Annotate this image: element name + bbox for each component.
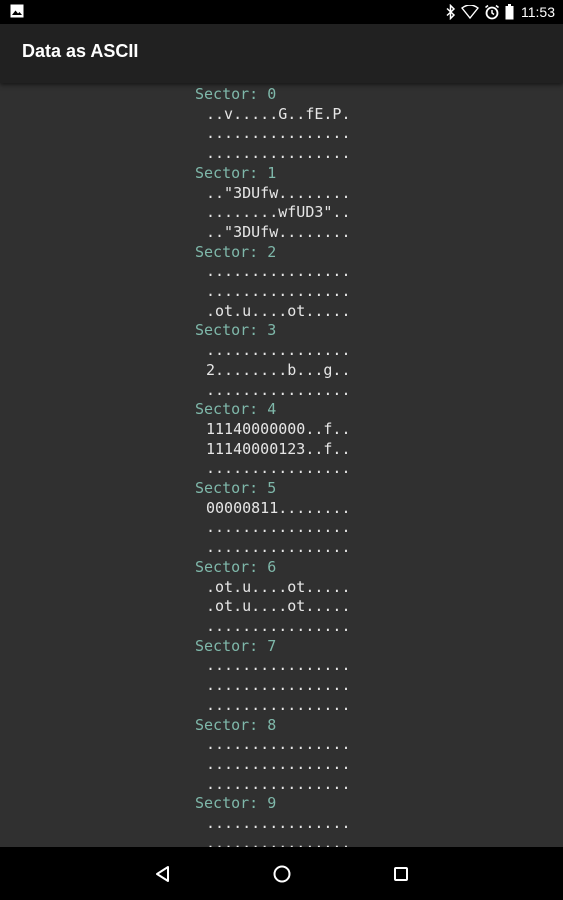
sector-title: Sector: 1 (195, 163, 277, 182)
sector-data-line: ................ (206, 262, 351, 281)
sector-data-line: ................ (206, 774, 351, 793)
sector-data-line: ................ (206, 735, 351, 754)
recents-icon[interactable] (388, 861, 414, 887)
sector-data-line: .ot.u....ot..... (206, 301, 351, 320)
sector-data-line: ................ (206, 616, 351, 635)
sector-list-view[interactable]: Sector: 0 ..v.....G..fE.P................… (0, 83, 563, 847)
sector-data-line: ..v.....G..fE.P. (206, 104, 351, 123)
back-icon[interactable] (150, 861, 176, 887)
sector-block: Sector: 0 ..v.....G..fE.P................… (195, 85, 351, 164)
sector-data-line: ................ (206, 282, 351, 301)
sector-data-line: ................ (206, 124, 351, 143)
sector-data-line: .."3DUfw........ (206, 222, 351, 241)
sector-title: Sector: 5 (195, 479, 277, 498)
sector-block: Sector: 7...............................… (195, 637, 351, 716)
sector-title: Sector: 7 (195, 636, 277, 655)
image-notification-icon (10, 4, 24, 18)
sector-data-line: ................ (206, 676, 351, 695)
bluetooth-icon (446, 4, 456, 20)
status-icons: 11:53 (446, 0, 555, 24)
wifi-icon (461, 5, 479, 19)
sector-data-line: ................ (206, 833, 351, 847)
sector-data-line: ................ (206, 144, 351, 163)
sector-title: Sector: 0 (195, 85, 277, 103)
sector-list: Sector: 0 ..v.....G..fE.P................… (195, 85, 351, 847)
sector-title: Sector: 3 (195, 321, 277, 340)
sector-data-line: ................ (206, 459, 351, 478)
sector-block: Sector: 3................ 2........b...g.… (195, 321, 351, 400)
sector-block: Sector: 4 11140000000..f.. 11140000123..f.… (195, 400, 351, 479)
sector-block: Sector: 2...............................… (195, 243, 351, 322)
sector-block: Sector: 5 00000811.......................… (195, 479, 351, 558)
sector-data-line: 2........b...g.. (206, 360, 351, 379)
sector-title: Sector: 4 (195, 400, 277, 419)
sector-title: Sector: 2 (195, 242, 277, 261)
sector-data-line: ................ (206, 754, 351, 773)
sector-block: Sector: 9...............................… (195, 794, 351, 847)
sector-data-line: ................ (206, 380, 351, 399)
sector-title: Sector: 8 (195, 715, 277, 734)
sector-title: Sector: 9 (195, 794, 277, 813)
sector-block: Sector: 6 .ot.u....ot..... .ot.u....ot....… (195, 558, 351, 637)
sector-data-line: .ot.u....ot..... (206, 597, 351, 616)
sector-data-line: 11140000123..f.. (206, 439, 351, 458)
sector-block: Sector: 8...............................… (195, 716, 351, 795)
page-title: Data as ASCII (22, 41, 139, 61)
sector-data-line: ................ (206, 518, 351, 537)
sector-data-line: 00000811........ (206, 498, 351, 517)
sector-data-line: .."3DUfw........ (206, 183, 351, 202)
sector-data-line: ................ (206, 814, 351, 833)
sector-block: Sector: 1 .."3DUfw........ ........wfUD3".… (195, 164, 351, 243)
navigation-bar (0, 847, 563, 900)
sector-data-line: ................ (206, 341, 351, 360)
alarm-icon (484, 4, 500, 20)
battery-icon (505, 4, 514, 20)
sector-data-line: .ot.u....ot..... (206, 577, 351, 596)
sector-data-line: ................ (206, 538, 351, 557)
sector-data-line: ........wfUD3".. (206, 203, 351, 222)
app-bar: Data as ASCII (0, 24, 563, 83)
sector-data-line: ................ (206, 656, 351, 675)
sector-data-line: ................ (206, 695, 351, 714)
sector-title: Sector: 6 (195, 557, 277, 576)
sector-data-line: 11140000000..f.. (206, 419, 351, 438)
status-time: 11:53 (521, 4, 555, 20)
home-icon[interactable] (269, 861, 295, 887)
status-bar: 11:53 (0, 0, 563, 24)
